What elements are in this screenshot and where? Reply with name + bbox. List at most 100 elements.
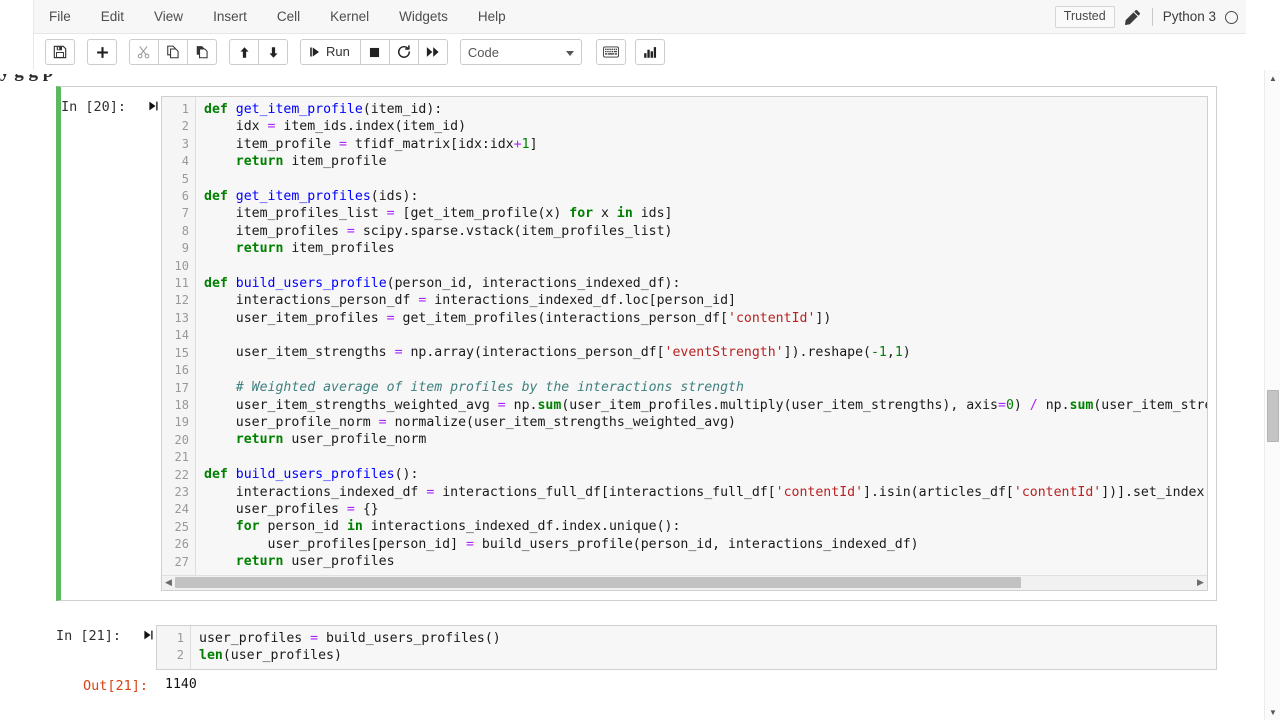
menu-item-help[interactable]: Help (464, 2, 520, 32)
restart-circle-icon (397, 45, 411, 59)
line-number: 3 (181, 136, 189, 151)
scroll-down-arrow-icon[interactable]: ▼ (1265, 704, 1280, 720)
run-button-label: Run (326, 44, 350, 59)
kernel-name-label: Python 3 (1162, 9, 1216, 24)
run-cell-icon[interactable] (143, 628, 154, 647)
insert-cell-below-button[interactable] (87, 39, 117, 65)
jupyter-notebook-app: File Edit View Insert Cell Kernel Widget… (0, 0, 1280, 720)
cut-button[interactable] (129, 39, 159, 65)
line-number: 26 (174, 537, 189, 552)
stop-square-icon (368, 46, 381, 59)
restart-and-run-all-button[interactable] (417, 39, 448, 65)
cell-prompt-in-21: In [21]: (56, 625, 156, 670)
save-button[interactable] (45, 39, 75, 65)
trusted-badge[interactable]: Trusted (1054, 6, 1115, 28)
menu-bar: File Edit View Insert Cell Kernel Widget… (34, 0, 1246, 34)
line-number: 20 (174, 432, 189, 447)
cell-type-value: Code (467, 44, 499, 60)
line-number: 11 (174, 276, 189, 291)
restart-kernel-button[interactable] (388, 39, 419, 65)
line-number: 10 (174, 258, 189, 273)
scroll-left-arrow-icon[interactable]: ◀ (162, 576, 175, 589)
scroll-right-arrow-icon[interactable]: ▶ (1194, 576, 1207, 589)
kernel-idle-circle-icon[interactable] (1225, 10, 1238, 24)
menu-item-widgets[interactable]: Widgets (385, 2, 462, 32)
bar-chart-icon (643, 45, 657, 59)
line-number: 15 (174, 345, 189, 360)
line-number: 16 (174, 363, 189, 378)
line-number: 1 (176, 630, 184, 645)
scissors-icon (137, 45, 151, 59)
toolbar-group-insert (87, 39, 117, 65)
cell-type-select[interactable]: Code (459, 39, 582, 65)
menu-item-view[interactable]: View (140, 2, 197, 32)
line-number: 2 (181, 119, 189, 134)
toolbar: Run Code (34, 34, 1246, 70)
code-text-21[interactable]: user_profiles = build_users_profiles() le… (191, 625, 1216, 669)
line-number: 6 (181, 189, 189, 204)
toolbar-group-clipboard (129, 39, 217, 65)
codemirror-wrapper-21: 1 2 user_profiles = build_users_profiles… (157, 625, 1216, 669)
menu-bar-right: Trusted Python 3 (1054, 0, 1238, 34)
copy-button[interactable] (158, 39, 188, 65)
notebook-chrome: File Edit View Insert Cell Kernel Widget… (0, 0, 1280, 70)
paste-icon (195, 45, 209, 59)
codemirror-wrapper-20: 1 2 3 4 5 6 7 8 9 10 11 12 13 14 15 16 1… (162, 97, 1207, 575)
line-number: 1 (181, 102, 189, 116)
plus-icon (96, 46, 109, 59)
hscroll-thumb[interactable] (175, 577, 1021, 589)
line-number: 25 (174, 519, 189, 534)
run-cell-icon[interactable] (148, 99, 159, 118)
scrolled-heading-remnant: y g g p (0, 74, 1264, 86)
line-number: 13 (174, 310, 189, 325)
toolbar-group-palette (595, 39, 626, 65)
line-number: 2 (176, 648, 184, 663)
code-cell-in-21[interactable]: In [21]: 1 2 user_profiles = build_users… (56, 619, 1217, 670)
line-number: 8 (181, 223, 189, 238)
output-row-21: Out[21]: 1140 (56, 675, 1217, 696)
line-number: 22 (174, 467, 189, 482)
menu-item-cell[interactable]: Cell (263, 2, 314, 32)
line-number: 14 (174, 328, 189, 343)
code-text-20[interactable]: def get_item_profile(item_id): idx = ite… (196, 97, 1207, 575)
page-scrollbar[interactable]: ▲ ▼ (1264, 70, 1280, 720)
cell-prompt-in-20: In [20]: (61, 96, 161, 591)
save-icon (53, 45, 67, 59)
fast-forward-icon (426, 45, 440, 59)
line-number: 24 (174, 502, 189, 517)
pencil-icon[interactable] (1124, 9, 1141, 26)
move-cell-down-button[interactable] (258, 39, 288, 65)
menu-item-file[interactable]: File (35, 2, 85, 32)
copy-icon (166, 45, 180, 59)
keyboard-icon (602, 46, 619, 58)
menu-item-insert[interactable]: Insert (199, 2, 261, 32)
toolbar-group-run: Run (300, 39, 448, 65)
move-cell-up-button[interactable] (229, 39, 259, 65)
menu-item-edit[interactable]: Edit (87, 2, 138, 32)
command-palette-button[interactable] (595, 39, 626, 65)
page-scrollbar-thumb[interactable] (1267, 390, 1279, 442)
arrow-up-icon (238, 46, 251, 59)
snippets-button[interactable] (634, 39, 665, 65)
line-number-gutter-20: 1 2 3 4 5 6 7 8 9 10 11 12 13 14 15 16 1… (162, 97, 196, 575)
menu-divider (1151, 8, 1153, 26)
code-cell-in-20[interactable]: In [20]: 1 2 3 4 5 6 7 8 9 10 11 12 13 1… (56, 86, 1217, 601)
code-input-area-20[interactable]: 1 2 3 4 5 6 7 8 9 10 11 12 13 14 15 16 1… (161, 96, 1208, 591)
paste-button[interactable] (187, 39, 217, 65)
line-number: 27 (174, 554, 189, 569)
output-value-21: 1140 (165, 676, 197, 692)
code-horizontal-scrollbar[interactable]: ◀ ▶ (162, 574, 1207, 590)
run-button[interactable]: Run (300, 39, 361, 65)
scroll-up-arrow-icon[interactable]: ▲ (1265, 70, 1280, 86)
menu-item-kernel[interactable]: Kernel (316, 2, 383, 32)
line-number: 4 (181, 154, 189, 169)
line-number: 19 (174, 415, 189, 430)
hscroll-track[interactable] (175, 576, 1194, 589)
toolbar-group-move (229, 39, 288, 65)
notebook-scroll-region[interactable]: y g g p In [20]: (0, 70, 1264, 720)
toolbar-group-save (45, 39, 75, 65)
cell-prompt-label: In [21]: (56, 627, 122, 644)
line-number: 7 (181, 206, 189, 221)
code-input-area-21[interactable]: 1 2 user_profiles = build_users_profiles… (156, 624, 1217, 670)
interrupt-kernel-button[interactable] (359, 39, 390, 65)
